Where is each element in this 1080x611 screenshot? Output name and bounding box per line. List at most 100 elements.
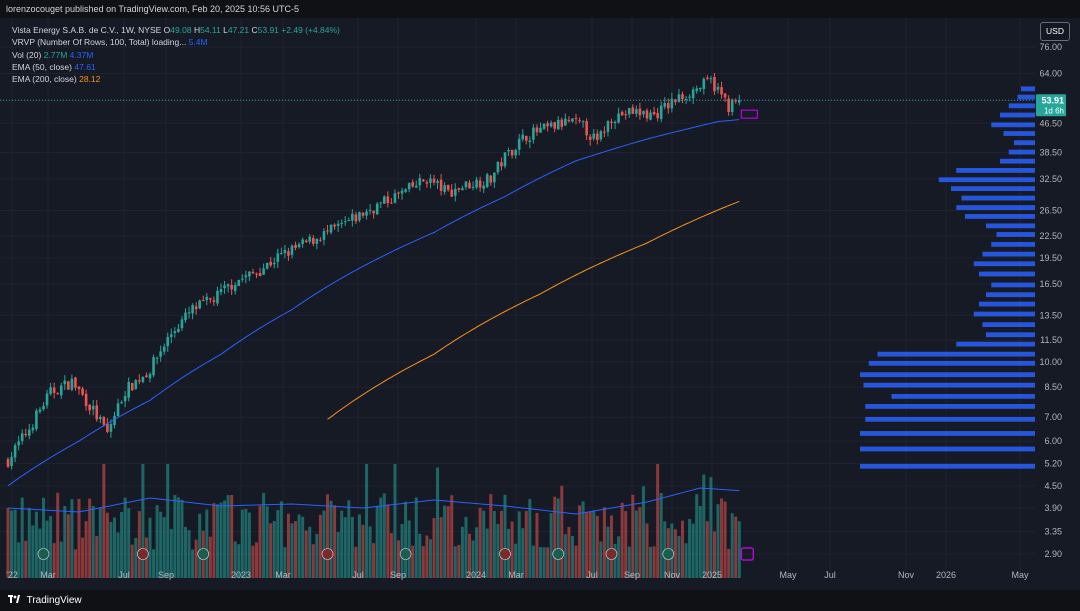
volume-bar bbox=[656, 464, 660, 578]
candle-body bbox=[223, 285, 226, 289]
volume-bar bbox=[187, 530, 191, 578]
candle-body bbox=[546, 123, 549, 127]
legend-ema50-label[interactable]: EMA (50, close) bbox=[12, 62, 72, 72]
vrvp-bar bbox=[1008, 149, 1035, 155]
volume-bar bbox=[6, 507, 10, 578]
volume-bar bbox=[585, 512, 589, 578]
vrvp-bar bbox=[860, 431, 1035, 436]
volume-bar bbox=[379, 497, 383, 578]
volume-bar bbox=[698, 505, 702, 578]
x-tick-label: 2024 bbox=[466, 570, 486, 580]
candle-body bbox=[269, 261, 272, 266]
volume-bar bbox=[91, 505, 95, 578]
volume-bar bbox=[95, 536, 99, 578]
candle-body bbox=[620, 111, 624, 116]
candle-body bbox=[67, 381, 70, 390]
candle-body bbox=[738, 100, 741, 103]
volume-bar bbox=[340, 510, 344, 578]
candle-body bbox=[13, 445, 17, 458]
volume-bar bbox=[27, 507, 31, 578]
volume-bar bbox=[134, 537, 138, 578]
candle-body bbox=[319, 239, 322, 241]
candle-body bbox=[588, 136, 592, 140]
volume-bar bbox=[13, 509, 17, 578]
volume-bar bbox=[695, 494, 699, 578]
chart-area[interactable]: 76.00 64.00 46.50 38.50 32.50 26.50 22.50 19.50… bbox=[0, 18, 1080, 590]
candle-body bbox=[230, 284, 233, 290]
volume-bar bbox=[595, 515, 599, 578]
volume-bar bbox=[265, 506, 269, 578]
volume-bar bbox=[368, 526, 372, 578]
volume-bar bbox=[499, 510, 503, 578]
vrvp-bar bbox=[991, 282, 1035, 288]
volume-bar bbox=[478, 507, 482, 578]
candle-body bbox=[155, 357, 159, 359]
candle-body bbox=[730, 99, 734, 112]
volume-bar bbox=[372, 543, 376, 578]
vrvp-bar bbox=[956, 341, 1035, 347]
legend-ema200-value: 28.12 bbox=[79, 74, 101, 85]
vrvp-bar bbox=[956, 205, 1035, 210]
volume-bar bbox=[450, 495, 454, 578]
candle-body bbox=[173, 331, 177, 334]
candle-body bbox=[695, 88, 698, 91]
vrvp-bar bbox=[865, 416, 1035, 422]
earnings-marker bbox=[197, 548, 210, 560]
candle-body bbox=[326, 230, 329, 232]
legend-ema200-label[interactable]: EMA (200, close) bbox=[12, 74, 77, 84]
y-tick-label: 6.00 bbox=[1044, 436, 1062, 446]
legend-vol-label[interactable]: Vol (20) bbox=[12, 50, 41, 60]
candle-body bbox=[482, 185, 485, 189]
volume-bar bbox=[720, 498, 724, 578]
candle-body bbox=[549, 122, 553, 127]
x-tick-label: 2023 bbox=[231, 570, 251, 580]
volume-bar bbox=[24, 540, 28, 578]
candle-body bbox=[226, 284, 230, 287]
candle-body bbox=[258, 273, 262, 277]
volume-bar bbox=[294, 521, 298, 578]
vrvp-bar bbox=[991, 122, 1035, 128]
candle-body bbox=[244, 275, 248, 278]
candle-body bbox=[148, 373, 152, 379]
legend-symbol[interactable]: Vista Energy S.A.B. de C.V., 1W, NYSE bbox=[12, 25, 161, 35]
vrvp-bar bbox=[1003, 131, 1035, 136]
volume-bar bbox=[546, 547, 550, 578]
y-tick-label: 8.50 bbox=[1044, 382, 1062, 392]
volume-bar bbox=[255, 542, 258, 578]
y-tick-label: 22.50 bbox=[1039, 231, 1062, 241]
upcoming-earnings-box bbox=[740, 109, 758, 119]
candle-body bbox=[272, 262, 276, 265]
candle-body bbox=[187, 312, 191, 314]
volume-bar bbox=[496, 524, 500, 578]
candle-body bbox=[361, 212, 365, 216]
candle-body bbox=[432, 178, 436, 183]
candle-body bbox=[510, 149, 514, 156]
y-tick-label: 13.50 bbox=[1039, 310, 1062, 320]
volume-bar bbox=[404, 501, 408, 578]
legend-vrvp-label[interactable]: VRVP (Number Of Rows, 100, Total) loadin… bbox=[12, 37, 186, 47]
vrvp-bar bbox=[991, 241, 1035, 247]
candle-body bbox=[312, 238, 315, 244]
volume-bar bbox=[286, 513, 290, 578]
candle-body bbox=[301, 239, 304, 244]
earnings-marker bbox=[399, 548, 412, 560]
volume-bar bbox=[215, 504, 219, 578]
candle-body bbox=[138, 380, 141, 382]
candle-body bbox=[404, 189, 407, 192]
volume-bar bbox=[691, 523, 695, 578]
vrvp-bar bbox=[965, 214, 1035, 219]
candle-body bbox=[347, 220, 351, 222]
volume-bar bbox=[258, 505, 262, 578]
currency-button[interactable]: USD bbox=[1040, 22, 1070, 41]
candle-body bbox=[691, 89, 695, 99]
candle-body bbox=[489, 175, 493, 183]
vrvp-profile bbox=[860, 86, 1035, 469]
candle-body bbox=[127, 381, 130, 398]
price-chart[interactable]: 76.00 64.00 46.50 38.50 32.50 26.50 22.50 19.50… bbox=[0, 18, 1080, 590]
candle-body bbox=[596, 133, 599, 141]
candle-body bbox=[553, 122, 556, 129]
candle-body bbox=[663, 103, 667, 107]
candle-body bbox=[91, 406, 95, 410]
volume-bar bbox=[599, 541, 603, 578]
publisher-text: lorenzocouget published on TradingView.c… bbox=[6, 4, 300, 14]
